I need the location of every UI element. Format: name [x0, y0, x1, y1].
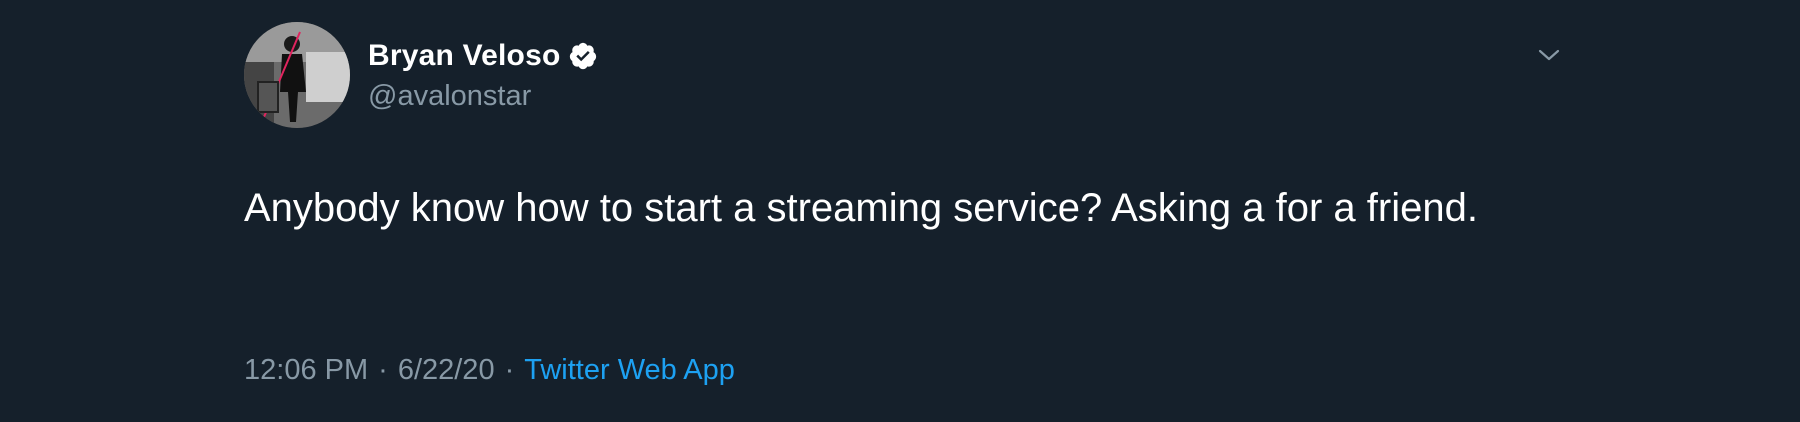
avatar[interactable] [244, 22, 350, 128]
verified-badge-icon [568, 41, 598, 71]
tweet-source-link[interactable]: Twitter Web App [524, 354, 735, 386]
tweet-meta: 12:06 PM · 6/22/20 · Twitter Web App [244, 354, 735, 387]
tweet-date[interactable]: 6/22/20 [398, 354, 495, 386]
author-row[interactable]: Bryan Veloso [368, 38, 598, 74]
tweet-text: Anybody know how to start a streaming se… [244, 186, 1478, 230]
tweet-card: Bryan Veloso @avalonstar Anybody know ho… [244, 0, 1564, 422]
meta-separator: · [378, 354, 388, 386]
tweet-time[interactable]: 12:06 PM [244, 354, 368, 386]
author-name[interactable]: Bryan Veloso [368, 39, 560, 73]
avatar-photo [244, 22, 350, 128]
chevron-down-icon[interactable] [1534, 40, 1564, 70]
author-handle[interactable]: @avalonstar [368, 80, 531, 113]
meta-separator: · [504, 354, 515, 386]
